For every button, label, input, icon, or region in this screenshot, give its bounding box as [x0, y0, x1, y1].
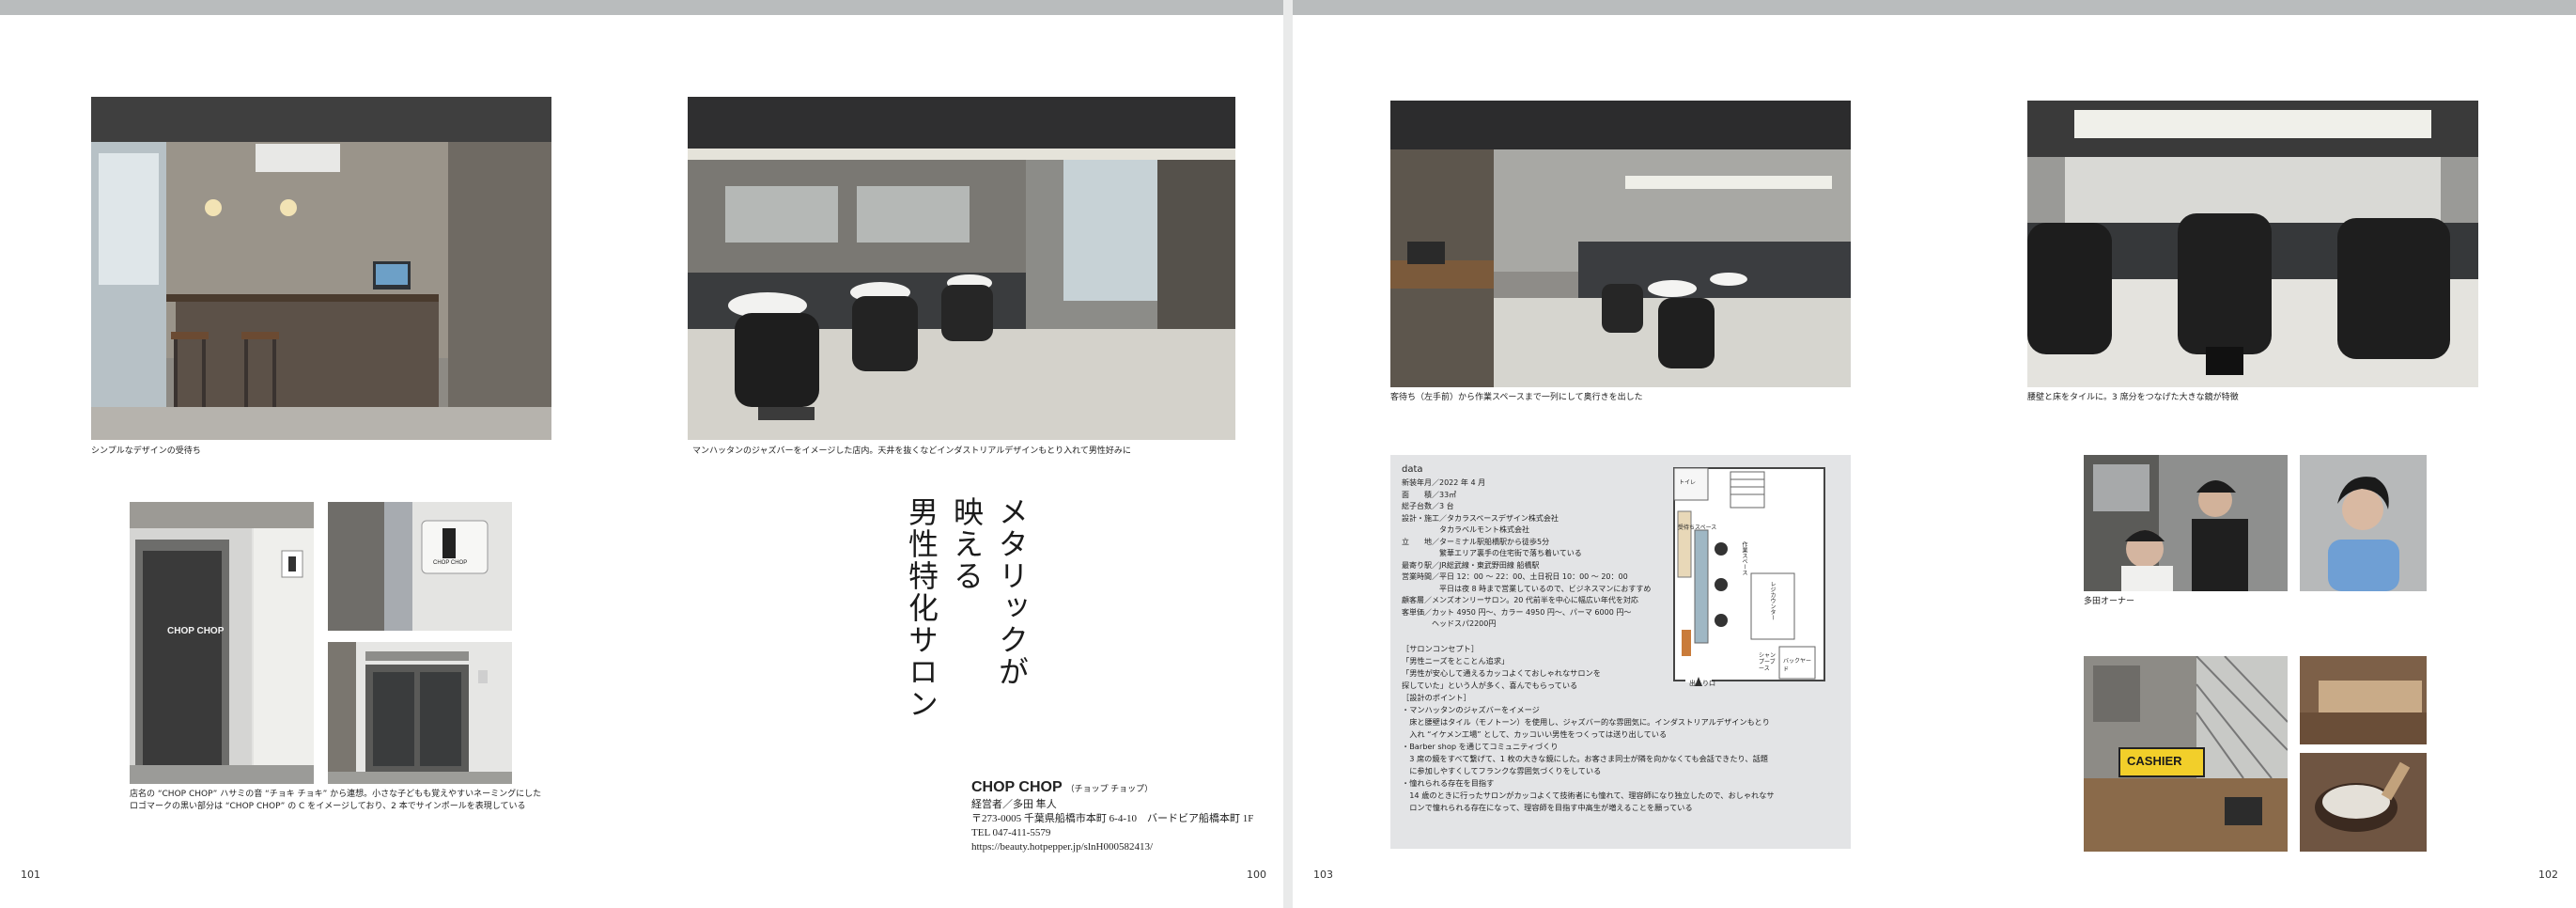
plan-label-toilet: トイレ	[1679, 479, 1697, 486]
photo-entrance-door: CHOP CHOP	[130, 502, 314, 784]
data-row: 面 積／33㎡	[1402, 490, 1457, 499]
desc-line: ［設計のポイント］	[1402, 693, 1471, 702]
photo-logo-plate	[2300, 656, 2427, 744]
plan-label-waiting: 受待ちスペース	[1678, 524, 1717, 531]
photo-glass-entrance	[328, 642, 512, 784]
plan-label-register: レジカウンター	[1769, 581, 1776, 620]
photo-salon-interior	[688, 97, 1235, 440]
title-line-3: 男性特化サロン	[904, 496, 939, 720]
shop-phone: TEL 047-411-5579	[971, 827, 1051, 838]
page-number-102: 102	[2538, 869, 2558, 881]
data-row: 立 地／ターミナル駅船橋駅から徒歩5分	[1402, 537, 1550, 546]
shop-name-text: CHOP CHOP	[971, 779, 1063, 795]
data-rows: 新装年月／2022 年 4 月 面 積／33㎡ 総子台数／3 台 設計・施工／タ…	[1402, 477, 1665, 631]
top-band	[0, 0, 1283, 15]
right-page: 客待ち（左手前）から作業スペースまで一列にして奥行きを出した 腰壁と床をタイルに…	[1293, 0, 2576, 908]
caption-chairs-mirror: 腰壁と床をタイルに。3 席分をつなげた大きな鏡が特徴	[2027, 393, 2239, 402]
shop-name: CHOP CHOP （チョップ チョップ）	[971, 778, 1253, 798]
photo-waiting-counter	[91, 97, 551, 440]
left-page: シンプルなデザインの受待ち マンハッタンのジャズバーをイメージした店内。天井を抜…	[0, 0, 1283, 908]
data-row: ヘッドスパ2200円	[1402, 619, 1497, 628]
caption-waiting-counter: シンプルなデザインの受待ち	[91, 446, 201, 456]
caption-salon-depth: 客待ち（左手前）から作業スペースまで一列にして奥行きを出した	[1390, 393, 1643, 402]
desc-line: 「男性が安心して通えるカッコよくておしゃれなサロンを	[1402, 668, 1601, 678]
caption-salon-interior: マンハッタンのジャズバーをイメージした店内。天井を抜くなどインダストリアルデザイ…	[692, 446, 1131, 456]
photo-salon-depth	[1390, 101, 1851, 387]
photo-cashier-sign: CASHIER	[2084, 656, 2288, 852]
data-row: 平日は夜 8 時まで営業しているので、ビジネスマンにおすすめ	[1402, 584, 1652, 593]
title-line-1: メタリックが	[994, 496, 1030, 688]
data-row: 顧客層／メンズオンリーサロン。20 代前半を中心に幅広い年代を対応	[1402, 596, 1638, 604]
photo-owner-cutting	[2084, 455, 2288, 591]
desc-line: 探していた」という人が多く、喜んでもらっている	[1402, 681, 1578, 690]
desc-line: ロンで憧れられる存在になって、理容師を目指す中高生が増えることを願っている	[1402, 803, 1693, 812]
caption-entrance-1: 店名の “CHOP CHOP” ハサミの音 “チョキ チョキ” から連想。小さな…	[130, 790, 542, 799]
caption-owner: 多田オーナー	[2084, 597, 2135, 606]
data-row: タカラベルモント株式会社	[1402, 525, 1529, 534]
plan-label-work: 作業スペース	[1741, 541, 1747, 575]
shop-owner: 経営者／多田 隼人	[971, 799, 1057, 810]
desc-line: 「男性ニーズをとことん追求」	[1402, 656, 1510, 665]
article-title: メタリックが 映える 男性特化サロン	[888, 496, 1030, 741]
data-row: 繁華エリア裏手の住宅街で落ち着いている	[1402, 549, 1582, 557]
desc-line: ［サロンコンセプト］	[1402, 644, 1479, 653]
data-row: 総子台数／3 台	[1402, 502, 1454, 510]
desc-line: 床と腰壁はタイル（モノトーン）を使用し、ジャズバー的な雰囲気に。インダストリアル…	[1402, 717, 1770, 727]
door-logo-text: CHOP CHOP	[167, 626, 225, 636]
data-row: 営業時間／平日 12：00 ～ 22：00、土日祝日 10：00 ～ 20：00	[1402, 572, 1628, 581]
desc-line: 3 席の鏡をすべて繋げて、1 枚の大きな鏡にした。お客さま同士が隣を向かなくても…	[1402, 754, 1768, 763]
shop-name-reading: （チョップ チョップ）	[1065, 784, 1154, 793]
shop-url[interactable]: https://beauty.hotpepper.jp/slnH00058241…	[971, 840, 1253, 854]
data-description: ［サロンコンセプト］ 「男性ニーズをとことん追求」 「男性が安心して通えるカッコ…	[1402, 643, 1843, 814]
top-band	[1293, 0, 2576, 15]
data-row: 設計・施工／タカラスペースデザイン株式会社	[1402, 513, 1559, 523]
data-row: 客単価／カット 4950 円～、カラー 4950 円～、パーマ 6000 円～	[1402, 607, 1632, 617]
photo-signboard: CHOP CHOP	[328, 502, 512, 631]
desc-line: ・Barber shop を通じてコミュニティづくり	[1402, 742, 1559, 751]
desc-line: ・憧れられる存在を目指す	[1402, 778, 1495, 788]
data-row: 最寄り駅／JR総武線・東武野田線 船橋駅	[1402, 560, 1540, 570]
sign-logo-text: CHOP CHOP	[433, 560, 468, 566]
desc-line: ・マンハッタンのジャズバーをイメージ	[1402, 705, 1540, 714]
desc-line: 入れ “イケメン工場” として、カッコいい男性をつくっては送り出している	[1402, 729, 1668, 739]
photo-chairs-mirror	[2027, 101, 2478, 387]
page-number-103: 103	[1313, 869, 1333, 881]
title-line-2: 映える	[949, 496, 985, 592]
page-number-101: 101	[21, 869, 40, 881]
data-heading: data	[1402, 464, 1423, 475]
cashier-sign-text: CASHIER	[2127, 754, 2182, 768]
desc-line: に参加しやすくしてフランクな雰囲気づくりをしている	[1402, 766, 1602, 775]
shop-address: 〒273-0005 千葉県船橋市本町 6-4-10 バードビア船橋本町 1F	[971, 813, 1254, 824]
photo-owner-portrait	[2300, 455, 2427, 591]
data-row: 新装年月／2022 年 4 月	[1402, 478, 1486, 487]
desc-line: 14 歳のときに行ったサロンがカッコよくて技術者にも憧れて、理容師になり独立した…	[1402, 791, 1775, 800]
page-number-100: 100	[1247, 869, 1266, 881]
caption-entrance-2: ロゴマークの黒い部分は “CHOP CHOP” の C をイメージしており、2 …	[130, 802, 526, 811]
photo-shaving-bowl	[2300, 753, 2427, 852]
data-box: data 新装年月／2022 年 4 月 面 積／33㎡ 総子台数／3 台 設計…	[1390, 455, 1851, 849]
shop-info: CHOP CHOP （チョップ チョップ） 経営者／多田 隼人 〒273-0005…	[971, 778, 1253, 854]
